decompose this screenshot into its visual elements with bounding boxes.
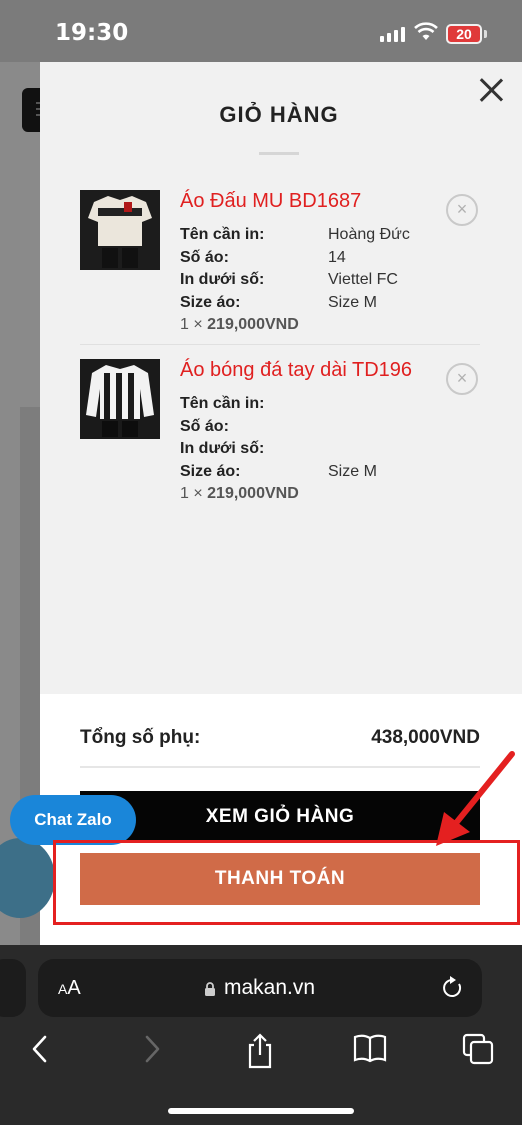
battery-icon: 20 xyxy=(446,24,482,44)
reload-icon[interactable] xyxy=(440,975,464,1001)
product-thumbnail[interactable] xyxy=(80,359,160,439)
cart-header: GIỎ HÀNG xyxy=(40,62,522,162)
view-cart-button[interactable]: XEM GIỎ HÀNG xyxy=(80,791,480,843)
bookmarks-icon[interactable] xyxy=(352,1033,388,1063)
attr-label: Size áo: xyxy=(180,462,241,480)
quantity-price: 1 × 219,000VND xyxy=(180,485,299,502)
signal-icon xyxy=(380,26,405,42)
attr-row: Số áo: 14 xyxy=(180,247,440,270)
forward-icon[interactable] xyxy=(142,1033,162,1065)
url-text: makan.vn xyxy=(224,976,316,999)
attr-row: Tên cần in: xyxy=(180,393,440,416)
item-qty: 1 xyxy=(180,485,189,502)
attr-row: Size áo: Size M xyxy=(180,292,440,315)
highlight-box xyxy=(53,840,520,925)
item-attributes: Tên cần in: Số áo: In dưới số: Size áo: … xyxy=(180,393,440,503)
home-indicator xyxy=(168,1108,354,1114)
chat-zalo-button[interactable]: Chat Zalo xyxy=(10,795,136,845)
attr-label: Số áo: xyxy=(180,248,229,266)
arrow-icon xyxy=(436,751,515,846)
attr-label: In dưới số: xyxy=(180,271,265,288)
subtotal-row: Tổng số phụ: 438,000VND xyxy=(80,727,480,749)
close-icon[interactable] xyxy=(478,76,506,104)
attr-row: Size áo: Size M xyxy=(180,461,440,484)
back-icon[interactable] xyxy=(30,1033,50,1065)
attr-row: In dưới số: xyxy=(180,438,440,461)
tabs-icon[interactable] xyxy=(462,1033,494,1065)
remove-icon[interactable]: × xyxy=(446,194,478,226)
attr-label: Tên cần in: xyxy=(180,226,265,243)
cart-item: Áo bóng đá tay dài TD196 × Tên cần in: S… xyxy=(80,359,480,509)
cart-item: Áo Đấu MU BD1687 × Tên cần in: Hoàng Đức… xyxy=(80,190,480,345)
attr-value: Hoàng Đức xyxy=(328,226,410,243)
status-bar: 19:30 20 xyxy=(0,0,522,62)
wifi-icon xyxy=(414,22,438,40)
item-qty: 1 xyxy=(180,316,189,333)
share-icon[interactable] xyxy=(245,1033,275,1069)
attr-value: Size M xyxy=(328,293,377,311)
subtotal-label: Tổng số phụ: xyxy=(80,727,201,748)
item-name[interactable]: Áo bóng đá tay dài TD196 xyxy=(180,359,412,382)
attr-row: Số áo: xyxy=(180,416,440,439)
browser-toolbar xyxy=(0,1029,522,1077)
item-price: 219,000VND xyxy=(207,485,299,502)
product-thumbnail[interactable] xyxy=(80,190,160,270)
attr-label: In dưới số: xyxy=(180,440,265,457)
attr-row: Tên cần in: Hoàng Đức xyxy=(180,224,440,247)
previous-tab[interactable] xyxy=(0,959,26,1017)
attr-value: Size M xyxy=(328,462,377,480)
cart-title: GIỎ HÀNG xyxy=(219,102,339,127)
item-attributes: Tên cần in: Hoàng Đức Số áo: 14 In dưới … xyxy=(180,224,440,334)
attr-row: In dưới số: Viettel FC xyxy=(180,269,440,292)
text-size-button[interactable]: AA xyxy=(58,977,81,1000)
item-name[interactable]: Áo Đấu MU BD1687 xyxy=(180,190,361,213)
battery-tip xyxy=(484,30,487,38)
lock-icon xyxy=(205,982,215,996)
address-bar[interactable]: AA makan.vn xyxy=(38,959,482,1017)
attr-value: 14 xyxy=(328,248,346,266)
status-time: 19:30 xyxy=(55,20,129,46)
attr-label: Số áo: xyxy=(180,417,229,435)
subtotal-divider xyxy=(80,766,480,768)
attr-label: Tên cần in: xyxy=(180,395,265,412)
remove-icon[interactable]: × xyxy=(446,363,478,395)
title-divider xyxy=(259,152,299,155)
aa-large: A xyxy=(67,977,81,999)
aa-small: A xyxy=(58,981,68,997)
item-price: 219,000VND xyxy=(207,316,299,333)
attr-label: Size áo: xyxy=(180,293,241,311)
subtotal-value: 438,000VND xyxy=(371,727,480,748)
browser-chrome: AA makan.vn xyxy=(0,945,522,1125)
attr-value: Viettel FC xyxy=(328,271,398,288)
quantity-price: 1 × 219,000VND xyxy=(180,316,299,333)
